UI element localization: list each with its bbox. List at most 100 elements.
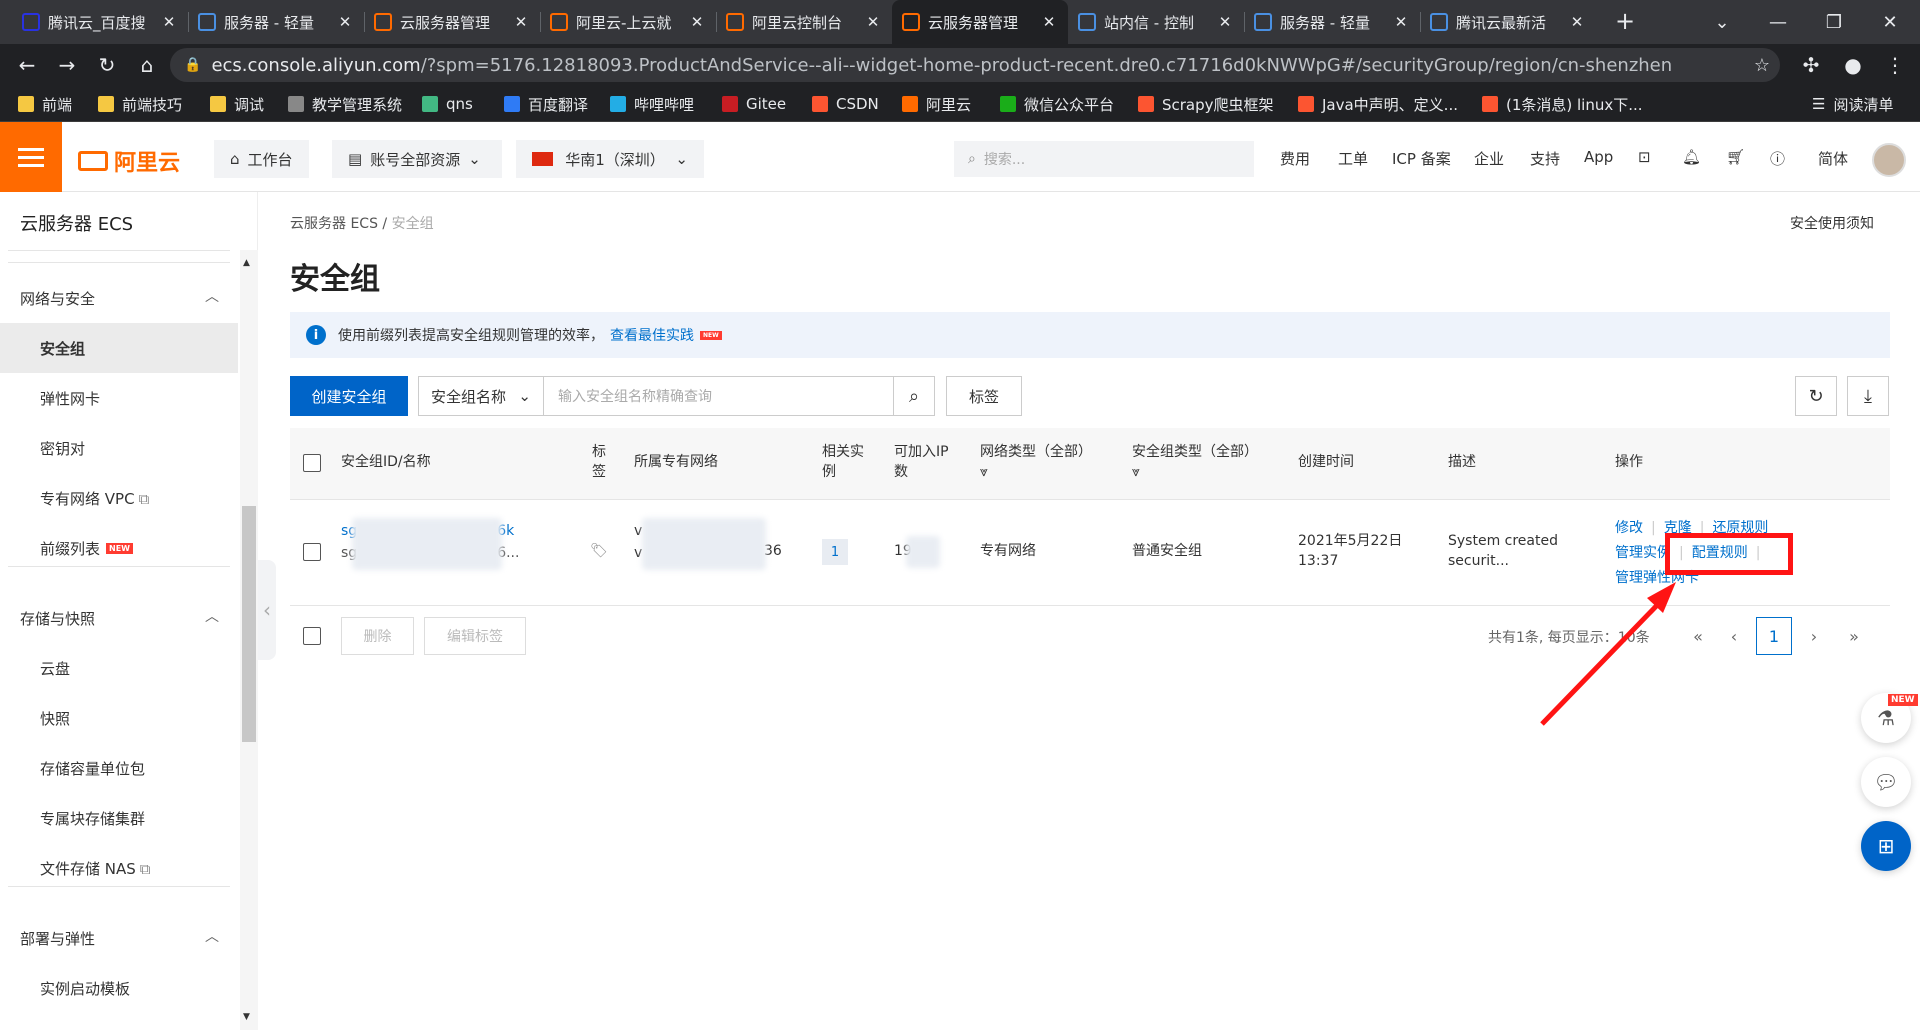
console-search-input[interactable]: ⌕ 搜索... <box>954 141 1254 177</box>
sidebar-scroll-thumb[interactable] <box>242 506 256 742</box>
minimize-icon[interactable]: — <box>1750 0 1806 44</box>
browser-tab[interactable]: 云服务器管理 ✕ <box>364 0 540 44</box>
security-group-search-input[interactable]: 输入安全组名称精确查询 <box>544 376 894 416</box>
delete-button[interactable]: 删除 <box>341 617 414 655</box>
sidebar-item[interactable]: 专有网络 VPC ⧉ <box>40 488 149 509</box>
browser-menu-icon[interactable]: ⋮ <box>1880 50 1910 80</box>
top-link[interactable]: App <box>1584 148 1613 166</box>
bookmark-star-icon[interactable]: ☆ <box>1754 55 1770 76</box>
bookmark-item[interactable]: 调试 <box>210 86 264 122</box>
sidebar-item[interactable]: 存储容量单位包 <box>40 758 145 779</box>
resource-selector[interactable]: ▤ 账号全部资源 ⌄ <box>332 140 502 178</box>
chevron-up-icon[interactable]: ︿ <box>205 606 219 626</box>
bookmark-item[interactable]: 教学管理系统 <box>288 86 402 122</box>
prev-page-icon[interactable]: ‹ <box>1716 617 1752 655</box>
bookmark-item[interactable]: 百度翻译 <box>504 86 588 122</box>
sidebar-group[interactable]: 网络与安全 <box>20 288 95 309</box>
aliyun-logo[interactable]: 阿里云 <box>78 145 180 177</box>
close-window-icon[interactable]: ✕ <box>1862 0 1918 44</box>
new-tab-button[interactable]: + <box>1610 6 1640 36</box>
cart-icon[interactable]: 🛒︎ <box>1726 148 1745 166</box>
sidebar-group[interactable]: 部署与弹性 <box>20 928 95 949</box>
terminal-icon[interactable]: ⊡ <box>1638 148 1651 166</box>
workbench-button[interactable]: ⌂ 工作台 <box>214 140 309 178</box>
forward-icon[interactable]: → <box>52 50 82 80</box>
notification-bell-icon[interactable]: 🔔︎ <box>1682 148 1701 166</box>
related-instances-count[interactable]: 1 <box>822 539 848 565</box>
top-link[interactable]: 费用 <box>1280 148 1310 169</box>
home-icon[interactable]: ⌂ <box>132 50 162 80</box>
tag-filter-button[interactable]: 标签 <box>946 376 1022 416</box>
sidebar-item[interactable]: 实例启动模板 <box>40 978 130 999</box>
avatar[interactable] <box>1872 143 1906 177</box>
filter-field-select[interactable]: 安全组名称 ⌄ <box>418 376 544 416</box>
breadcrumb-ecs[interactable]: 云服务器 ECS <box>290 216 378 232</box>
bookmark-item[interactable]: 微信公众平台 <box>1000 86 1114 122</box>
sidebar-item[interactable]: 云盘 <box>40 658 70 679</box>
close-tab-icon[interactable]: ✕ <box>1216 13 1234 31</box>
browser-tab[interactable]: 腾讯云最新活 ✕ <box>1420 0 1596 44</box>
refresh-icon[interactable]: ↻ <box>1795 376 1837 416</box>
bookmark-item[interactable]: (1条消息) linux下... <box>1482 86 1643 122</box>
bookmark-item[interactable]: Scrapy爬虫框架 <box>1138 86 1274 122</box>
bookmark-item[interactable]: CSDN <box>812 86 879 122</box>
region-selector[interactable]: 华南1（深圳） ⌄ <box>516 140 704 178</box>
last-page-icon[interactable]: » <box>1836 617 1872 655</box>
sidebar-item[interactable]: 文件存储 NAS ⧉ <box>40 858 151 879</box>
bookmark-item[interactable]: 前端技巧 <box>98 86 182 122</box>
page-1-button[interactable]: 1 <box>1756 617 1792 655</box>
sidebar-item[interactable]: 前缀列表 NEW <box>40 538 133 559</box>
tag-icon[interactable]: 🏷︎ <box>590 541 608 561</box>
top-link[interactable]: ICP 备案 <box>1392 148 1451 169</box>
close-tab-icon[interactable]: ✕ <box>512 13 530 31</box>
close-tab-icon[interactable]: ✕ <box>864 13 882 31</box>
edit-action[interactable]: 修改 <box>1615 520 1643 536</box>
close-tab-icon[interactable]: ✕ <box>336 13 354 31</box>
browser-tab[interactable]: 服务器 - 轻量 ✕ <box>1244 0 1420 44</box>
close-tab-icon[interactable]: ✕ <box>160 13 178 31</box>
close-tab-icon[interactable]: ✕ <box>1568 13 1586 31</box>
scroll-up-icon[interactable]: ▲ <box>243 258 250 268</box>
bookmark-item[interactable]: qns <box>422 86 473 122</box>
select-all-checkbox[interactable] <box>303 454 321 472</box>
apps-grid-icon[interactable]: ⊞ <box>1861 821 1911 871</box>
reading-list[interactable]: ☰ 阅读清单 <box>1812 86 1893 122</box>
browser-tab[interactable]: 阿里云-上云就 ✕ <box>540 0 716 44</box>
next-page-icon[interactable]: › <box>1796 617 1832 655</box>
row-checkbox[interactable] <box>303 543 321 561</box>
sidebar-item[interactable]: 安全组 <box>0 323 238 373</box>
col-sg-type[interactable]: 安全组类型（全部） ⩔ <box>1132 442 1258 482</box>
first-page-icon[interactable]: « <box>1680 617 1716 655</box>
close-tab-icon[interactable]: ✕ <box>1040 13 1058 31</box>
url-bar[interactable]: 🔒 ecs.console.aliyun.com/?spm=5176.12818… <box>170 48 1780 82</box>
language-switch[interactable]: 简体 <box>1818 148 1848 169</box>
bookmark-item[interactable]: 哔哩哔哩 <box>610 86 694 122</box>
bottom-select-all-checkbox[interactable] <box>303 627 321 645</box>
bookmark-item[interactable]: 前端 <box>18 86 72 122</box>
best-practice-link[interactable]: 查看最佳实践 <box>610 325 694 345</box>
browser-tab[interactable]: 服务器 - 轻量 ✕ <box>188 0 364 44</box>
sidebar-item[interactable]: 专属块存储集群 <box>40 808 145 829</box>
profile-icon[interactable]: ● <box>1838 50 1868 80</box>
top-link[interactable]: 工单 <box>1338 148 1368 169</box>
col-network-type[interactable]: 网络类型（全部） ⩔ <box>980 442 1092 482</box>
bookmark-item[interactable]: 阿里云 <box>902 86 971 122</box>
edit-tags-button[interactable]: 编辑标签 <box>424 617 526 655</box>
close-tab-icon[interactable]: ✕ <box>688 13 706 31</box>
sidebar-item[interactable]: 密钥对 <box>40 438 85 459</box>
sidebar-item[interactable]: 快照 <box>40 708 70 729</box>
top-link[interactable]: 企业 <box>1474 148 1504 169</box>
help-icon[interactable]: ⓘ <box>1770 148 1785 169</box>
scroll-down-icon[interactable]: ▼ <box>243 1012 250 1022</box>
chevron-up-icon[interactable]: ︿ <box>205 286 219 306</box>
sidebar-item[interactable]: 弹性网卡 <box>40 388 100 409</box>
download-icon[interactable]: ⤓ <box>1847 376 1889 416</box>
create-security-group-button[interactable]: 创建安全组 <box>290 376 408 416</box>
maximize-icon[interactable]: ❐ <box>1806 0 1862 44</box>
bookmark-item[interactable]: Gitee <box>722 86 786 122</box>
bookmark-item[interactable]: Java中声明、定义... <box>1298 86 1458 122</box>
chevron-up-icon[interactable]: ︿ <box>205 926 219 946</box>
back-icon[interactable]: ← <box>12 50 42 80</box>
menu-toggle-icon[interactable] <box>0 122 62 192</box>
security-notice-link[interactable]: 安全使用须知 <box>1790 213 1874 233</box>
